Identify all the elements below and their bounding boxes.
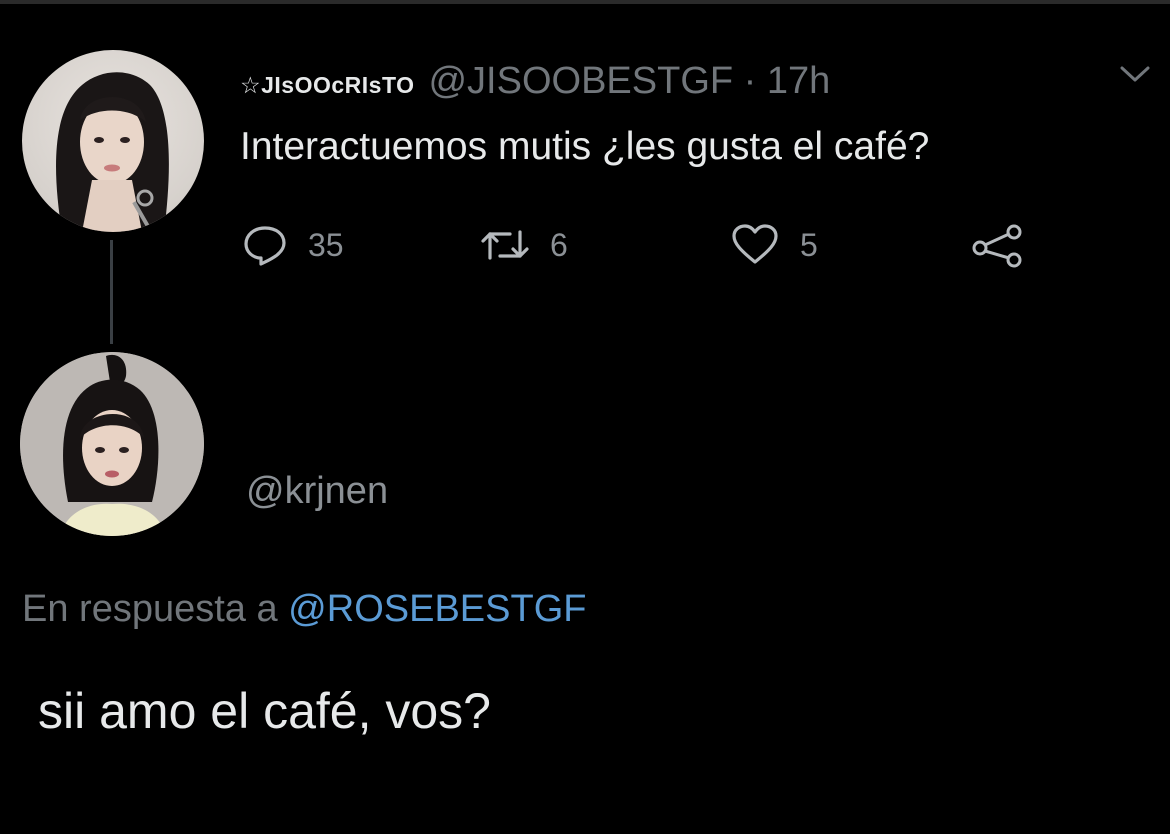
display-name[interactable]: ☆JIsOOcRIsTO <box>240 72 414 99</box>
tweet-text: Interactuemos mutis ¿les gusta el café? <box>240 125 930 168</box>
share-nodes-icon <box>972 224 1022 268</box>
reply-avatar[interactable] <box>20 352 204 536</box>
like-button[interactable]: 5 <box>730 220 818 270</box>
avatar-portrait <box>56 72 169 232</box>
reply-text: sii amo el café, vos? <box>38 683 491 739</box>
speech-bubble-icon <box>244 226 286 266</box>
tweet-header: ☆JIsOOcRIsTO @JISOOBESTGF · 17h <box>240 60 830 103</box>
reply-context-prefix: En respuesta a <box>22 588 289 630</box>
reply-user-handle[interactable]: @krjnen <box>246 470 388 513</box>
tweet-original[interactable]: ☆JIsOOcRIsTO @JISOOBESTGF · 17h Interact… <box>0 0 1170 350</box>
thread-line <box>110 240 113 344</box>
avatar[interactable] <box>22 50 204 232</box>
user-handle[interactable]: @JISOOBESTGF <box>428 60 733 103</box>
like-count: 5 <box>800 226 818 263</box>
chevron-down-icon <box>1120 66 1150 82</box>
action-bar: 35 6 5 <box>242 220 1042 270</box>
retweet-count: 6 <box>550 226 568 263</box>
timestamp[interactable]: 17h <box>767 60 830 103</box>
reply-count: 35 <box>308 226 344 263</box>
retweet-icon <box>481 230 529 260</box>
separator-dot: · <box>733 60 767 102</box>
avatar-portrait <box>20 352 204 536</box>
more-options-button[interactable] <box>1118 62 1152 86</box>
mention-link[interactable]: @ROSEBESTGF <box>288 588 586 630</box>
heart-icon <box>732 224 778 264</box>
reply-context: En respuesta a @ROSEBESTGF <box>22 588 586 631</box>
share-button[interactable] <box>970 220 1026 270</box>
reply-button[interactable]: 35 <box>242 220 344 270</box>
retweet-button[interactable]: 6 <box>480 220 568 270</box>
